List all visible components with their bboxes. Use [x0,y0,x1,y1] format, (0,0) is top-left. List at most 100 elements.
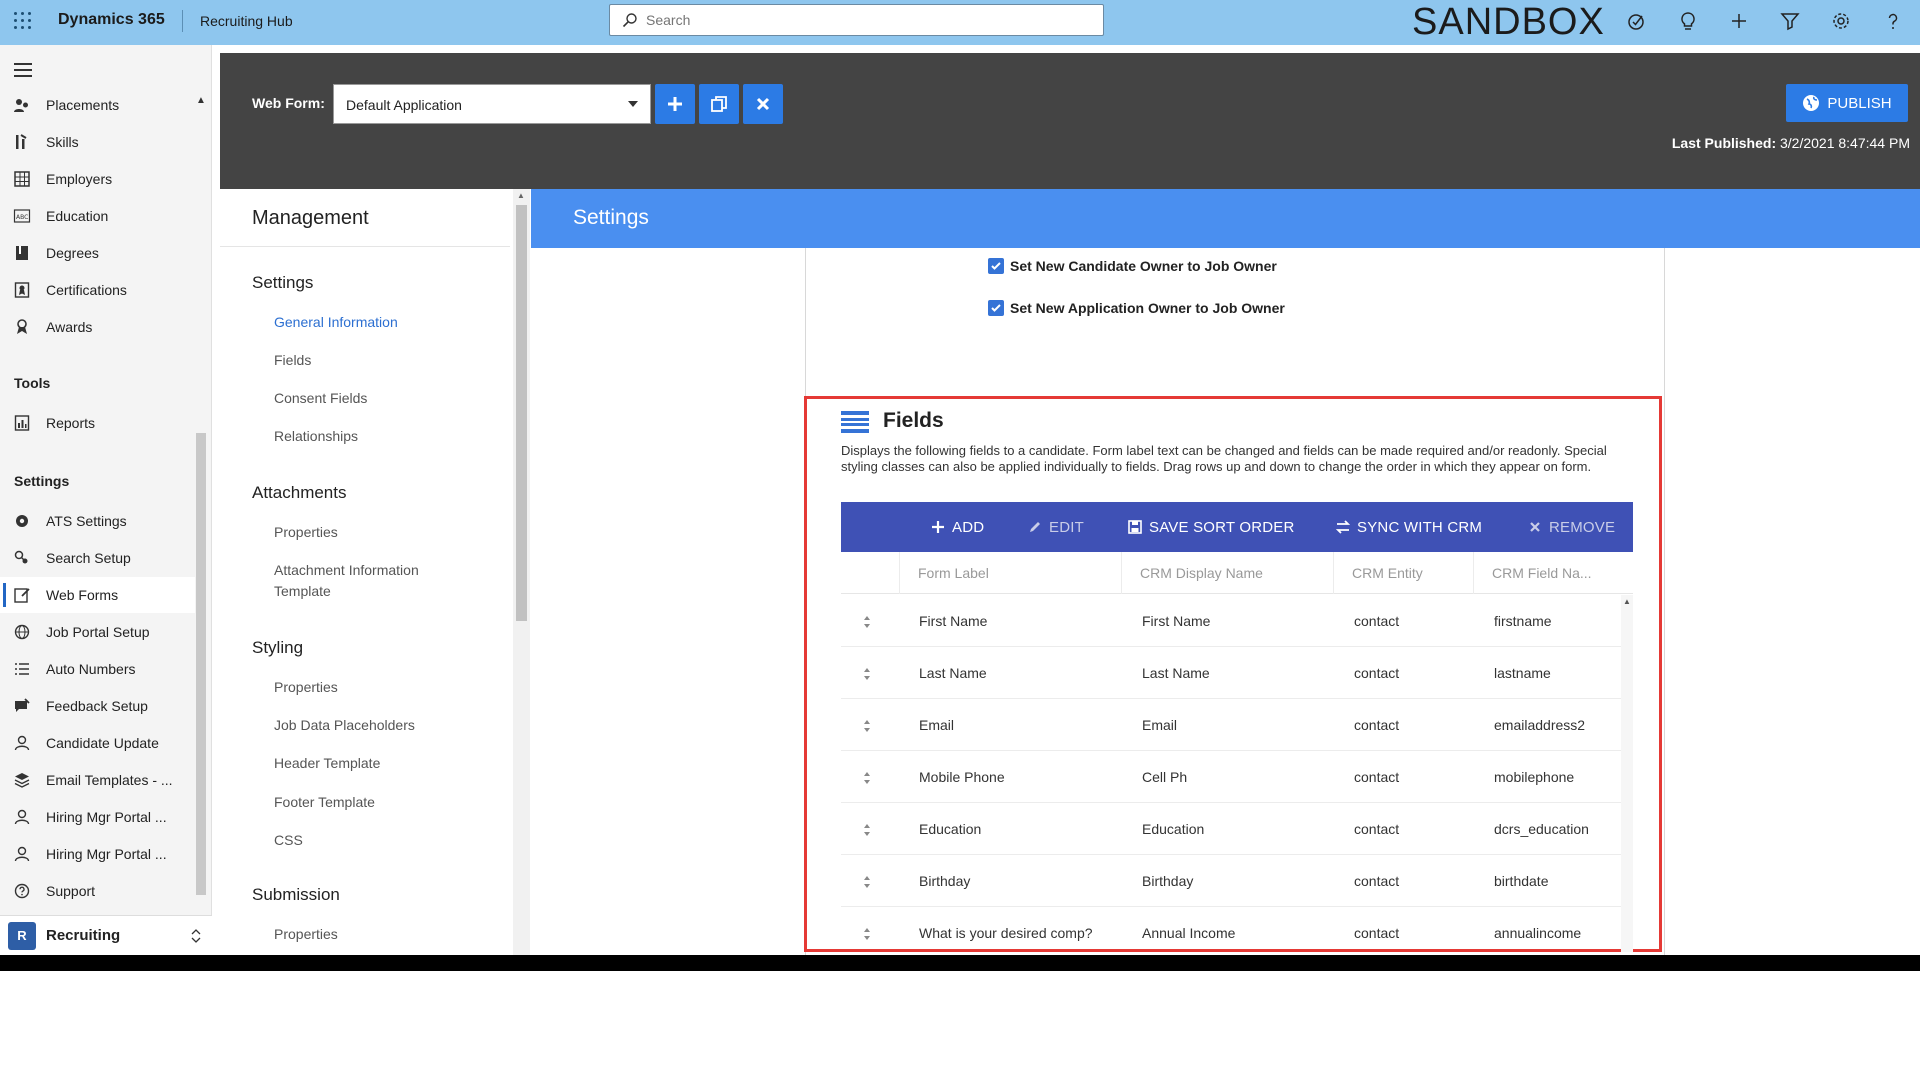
table-row[interactable]: Education Education contact dcrs_educati… [841,803,1633,855]
link-attachment-properties[interactable]: Properties [274,522,338,543]
nav-item-degrees[interactable]: Degrees [0,235,195,271]
person-icon [12,844,32,864]
drag-handle-icon[interactable] [863,927,871,941]
nav-item-auto-numbers[interactable]: Auto Numbers [0,651,195,687]
cell-form-label: Education [919,821,982,837]
column-crm-display-name[interactable]: CRM Display Name [1121,552,1333,594]
link-footer-template[interactable]: Footer Template [274,792,375,813]
settings-header: Settings [531,189,1920,248]
task-icon[interactable] [1626,10,1648,32]
plus-icon[interactable] [1728,10,1750,32]
scroll-up-arrow-icon[interactable]: ▲ [1623,597,1631,606]
nav-item-hiring-mgr-portal-1[interactable]: Hiring Mgr Portal ... [0,799,195,835]
checkbox-application-owner[interactable]: Set New Application Owner to Job Owner [988,300,1285,316]
nav-item-label: Auto Numbers [46,661,136,677]
publish-button[interactable]: PUBLISH [1786,84,1908,122]
link-header-template[interactable]: Header Template [274,753,380,774]
link-css[interactable]: CSS [274,830,303,851]
gear-icon [12,511,32,531]
scroll-up-arrow-icon[interactable]: ▲ [517,191,525,200]
cell-form-label: Mobile Phone [919,769,1005,785]
column-form-label[interactable]: Form Label [899,552,1121,594]
settings-icon[interactable] [1830,10,1852,32]
delete-web-form-button[interactable] [743,84,783,124]
nav-item-employers[interactable]: Employers [0,161,195,197]
table-row[interactable]: Birthday Birthday contact birthdate [841,855,1633,907]
app-name[interactable]: Dynamics 365 [58,11,165,29]
nav-item-education[interactable]: ABC Education [0,198,195,234]
drag-handle-icon[interactable] [863,823,871,837]
chevron-updown-icon [191,928,201,943]
table-row[interactable]: Email Email contact emailaddress2 [841,699,1633,751]
table-row[interactable]: Mobile Phone Cell Ph contact mobilephone [841,751,1633,803]
help-icon[interactable] [1882,10,1904,32]
nav-item-feedback-setup[interactable]: Feedback Setup [0,688,195,724]
cell-crm-field-name: firstname [1494,613,1552,629]
nav-item-certifications[interactable]: Certifications [0,272,195,308]
nav-item-candidate-update[interactable]: Candidate Update [0,725,195,761]
nav-item-skills[interactable]: Skills [0,124,195,160]
nav-item-email-templates[interactable]: Email Templates - ... [0,762,195,798]
save-sort-order-button[interactable]: SAVE SORT ORDER [1128,502,1295,552]
table-row[interactable]: First Name First Name contact firstname [841,595,1633,647]
nav-scrollbar[interactable] [196,433,206,895]
global-search[interactable] [609,4,1104,36]
drag-handle-icon[interactable] [863,771,871,785]
nav-item-reports[interactable]: Reports [0,405,195,441]
nav-item-job-portal-setup[interactable]: Job Portal Setup [0,614,195,650]
link-attachment-information-template[interactable]: Attachment Information Template [274,560,454,602]
nav-item-label: Candidate Update [46,735,159,751]
drag-handle-icon[interactable] [863,615,871,629]
fields-description: Displays the following fields to a candi… [841,443,1607,474]
site-map-nav: ▲ Placements Skills Employers ABC Educat… [0,45,212,955]
collapse-caret-icon[interactable]: ▲ [196,95,206,106]
remove-field-button[interactable]: REMOVE [1528,502,1615,552]
management-scroll-thumb[interactable] [516,205,527,621]
drag-handle-icon[interactable] [863,719,871,733]
drag-handle-icon[interactable] [863,875,871,889]
copy-icon [711,96,727,112]
add-web-form-button[interactable] [655,84,695,124]
search-input[interactable] [646,10,1086,30]
drag-handle-icon[interactable] [863,667,871,681]
link-submission-properties[interactable]: Properties [274,924,338,945]
web-form-select[interactable]: Default Application [333,84,651,124]
link-general-information[interactable]: General Information [274,312,398,333]
checkbox-candidate-owner[interactable]: Set New Candidate Owner to Job Owner [988,258,1277,274]
area-switcher[interactable]: R Recruiting [0,915,212,955]
nav-item-label: Degrees [46,245,99,261]
lightbulb-icon[interactable] [1677,10,1699,32]
remove-label: REMOVE [1549,518,1616,536]
list-icon [12,659,32,679]
link-job-data-placeholders[interactable]: Job Data Placeholders [274,715,415,736]
nav-item-web-forms[interactable]: Web Forms [0,577,195,613]
column-crm-field-name[interactable]: CRM Field Na... [1473,552,1615,594]
sync-with-crm-button[interactable]: SYNC WITH CRM [1336,502,1482,552]
add-field-button[interactable]: ADD [931,502,984,552]
column-crm-entity[interactable]: CRM Entity [1333,552,1473,594]
hamburger-icon[interactable] [14,63,32,77]
nav-item-placements[interactable]: Placements [0,87,195,123]
nav-item-awards[interactable]: Awards [0,309,195,345]
nav-item-label: Search Setup [46,550,131,566]
nav-item-search-setup[interactable]: Search Setup [0,540,195,576]
nav-item-hiring-mgr-portal-2[interactable]: Hiring Mgr Portal ... [0,836,195,872]
link-styling-properties[interactable]: Properties [274,677,338,698]
edit-field-button[interactable]: EDIT [1028,502,1084,552]
filter-icon[interactable] [1779,10,1801,32]
checkbox-checked-icon[interactable] [988,258,1004,274]
link-relationships[interactable]: Relationships [274,426,358,447]
link-fields[interactable]: Fields [274,350,311,371]
nav-item-support[interactable]: Support [0,873,195,909]
nav-item-label: Feedback Setup [46,698,148,714]
nav-item-ats-settings[interactable]: ATS Settings [0,503,195,539]
app-launcher-icon[interactable] [14,10,34,30]
fields-grid-scrollbar[interactable] [1621,595,1633,952]
table-row[interactable]: Last Name Last Name contact lastname [841,647,1633,699]
nav-item-label: Awards [46,319,93,335]
hub-name[interactable]: Recruiting Hub [200,13,293,29]
table-row[interactable]: What is your desired comp? Annual Income… [841,907,1633,952]
checkbox-checked-icon[interactable] [988,300,1004,316]
copy-web-form-button[interactable] [699,84,739,124]
link-consent-fields[interactable]: Consent Fields [274,388,367,409]
